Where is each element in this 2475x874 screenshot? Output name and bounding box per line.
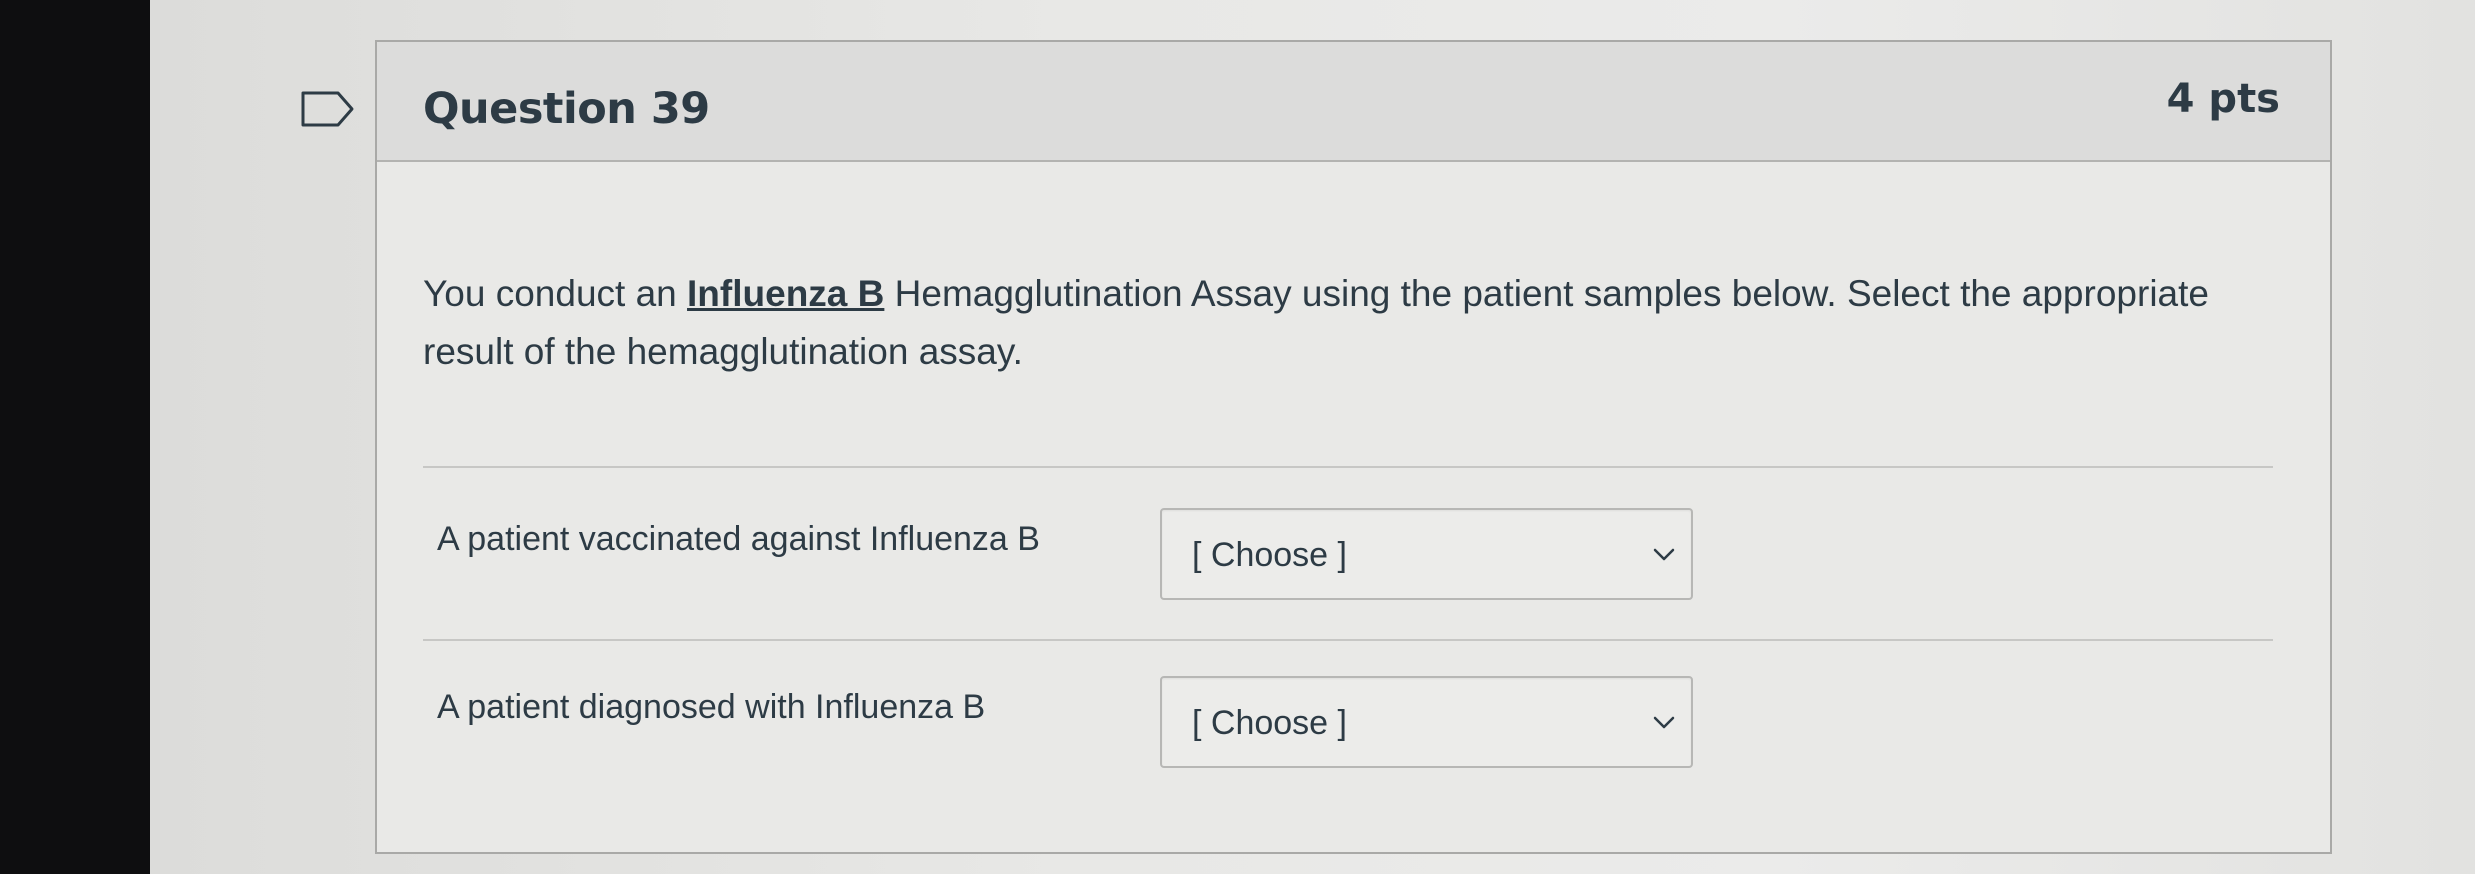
question-text: You conduct an Influenza B Hemagglutinat… [423,265,2293,381]
question-text-emphasis: Influenza B [687,273,885,314]
flag-question-icon[interactable] [300,90,356,128]
question-text-start: You conduct an [423,273,688,314]
answer-select-vaccinated[interactable]: [ Choose ] [1160,508,1693,600]
question-header: Question 39 4 pts [377,42,2330,162]
question-title: Question 39 [423,84,710,134]
answer-select-diagnosed[interactable]: [ Choose ] [1160,676,1693,768]
screen-bezel [0,0,150,874]
answer-divider [423,639,2273,641]
select-value: [ Choose ] [1192,704,1347,742]
question-points: 4 pts [2166,76,2280,122]
answer-divider [423,466,2273,468]
question-card: Question 39 4 pts You conduct an Influen… [375,40,2332,854]
chevron-down-icon [1653,716,1675,729]
chevron-down-icon [1653,548,1675,561]
answer-label-vaccinated: A patient vaccinated against Influenza B [437,520,1040,558]
select-value: [ Choose ] [1192,536,1347,574]
answer-label-diagnosed: A patient diagnosed with Influenza B [437,688,986,726]
